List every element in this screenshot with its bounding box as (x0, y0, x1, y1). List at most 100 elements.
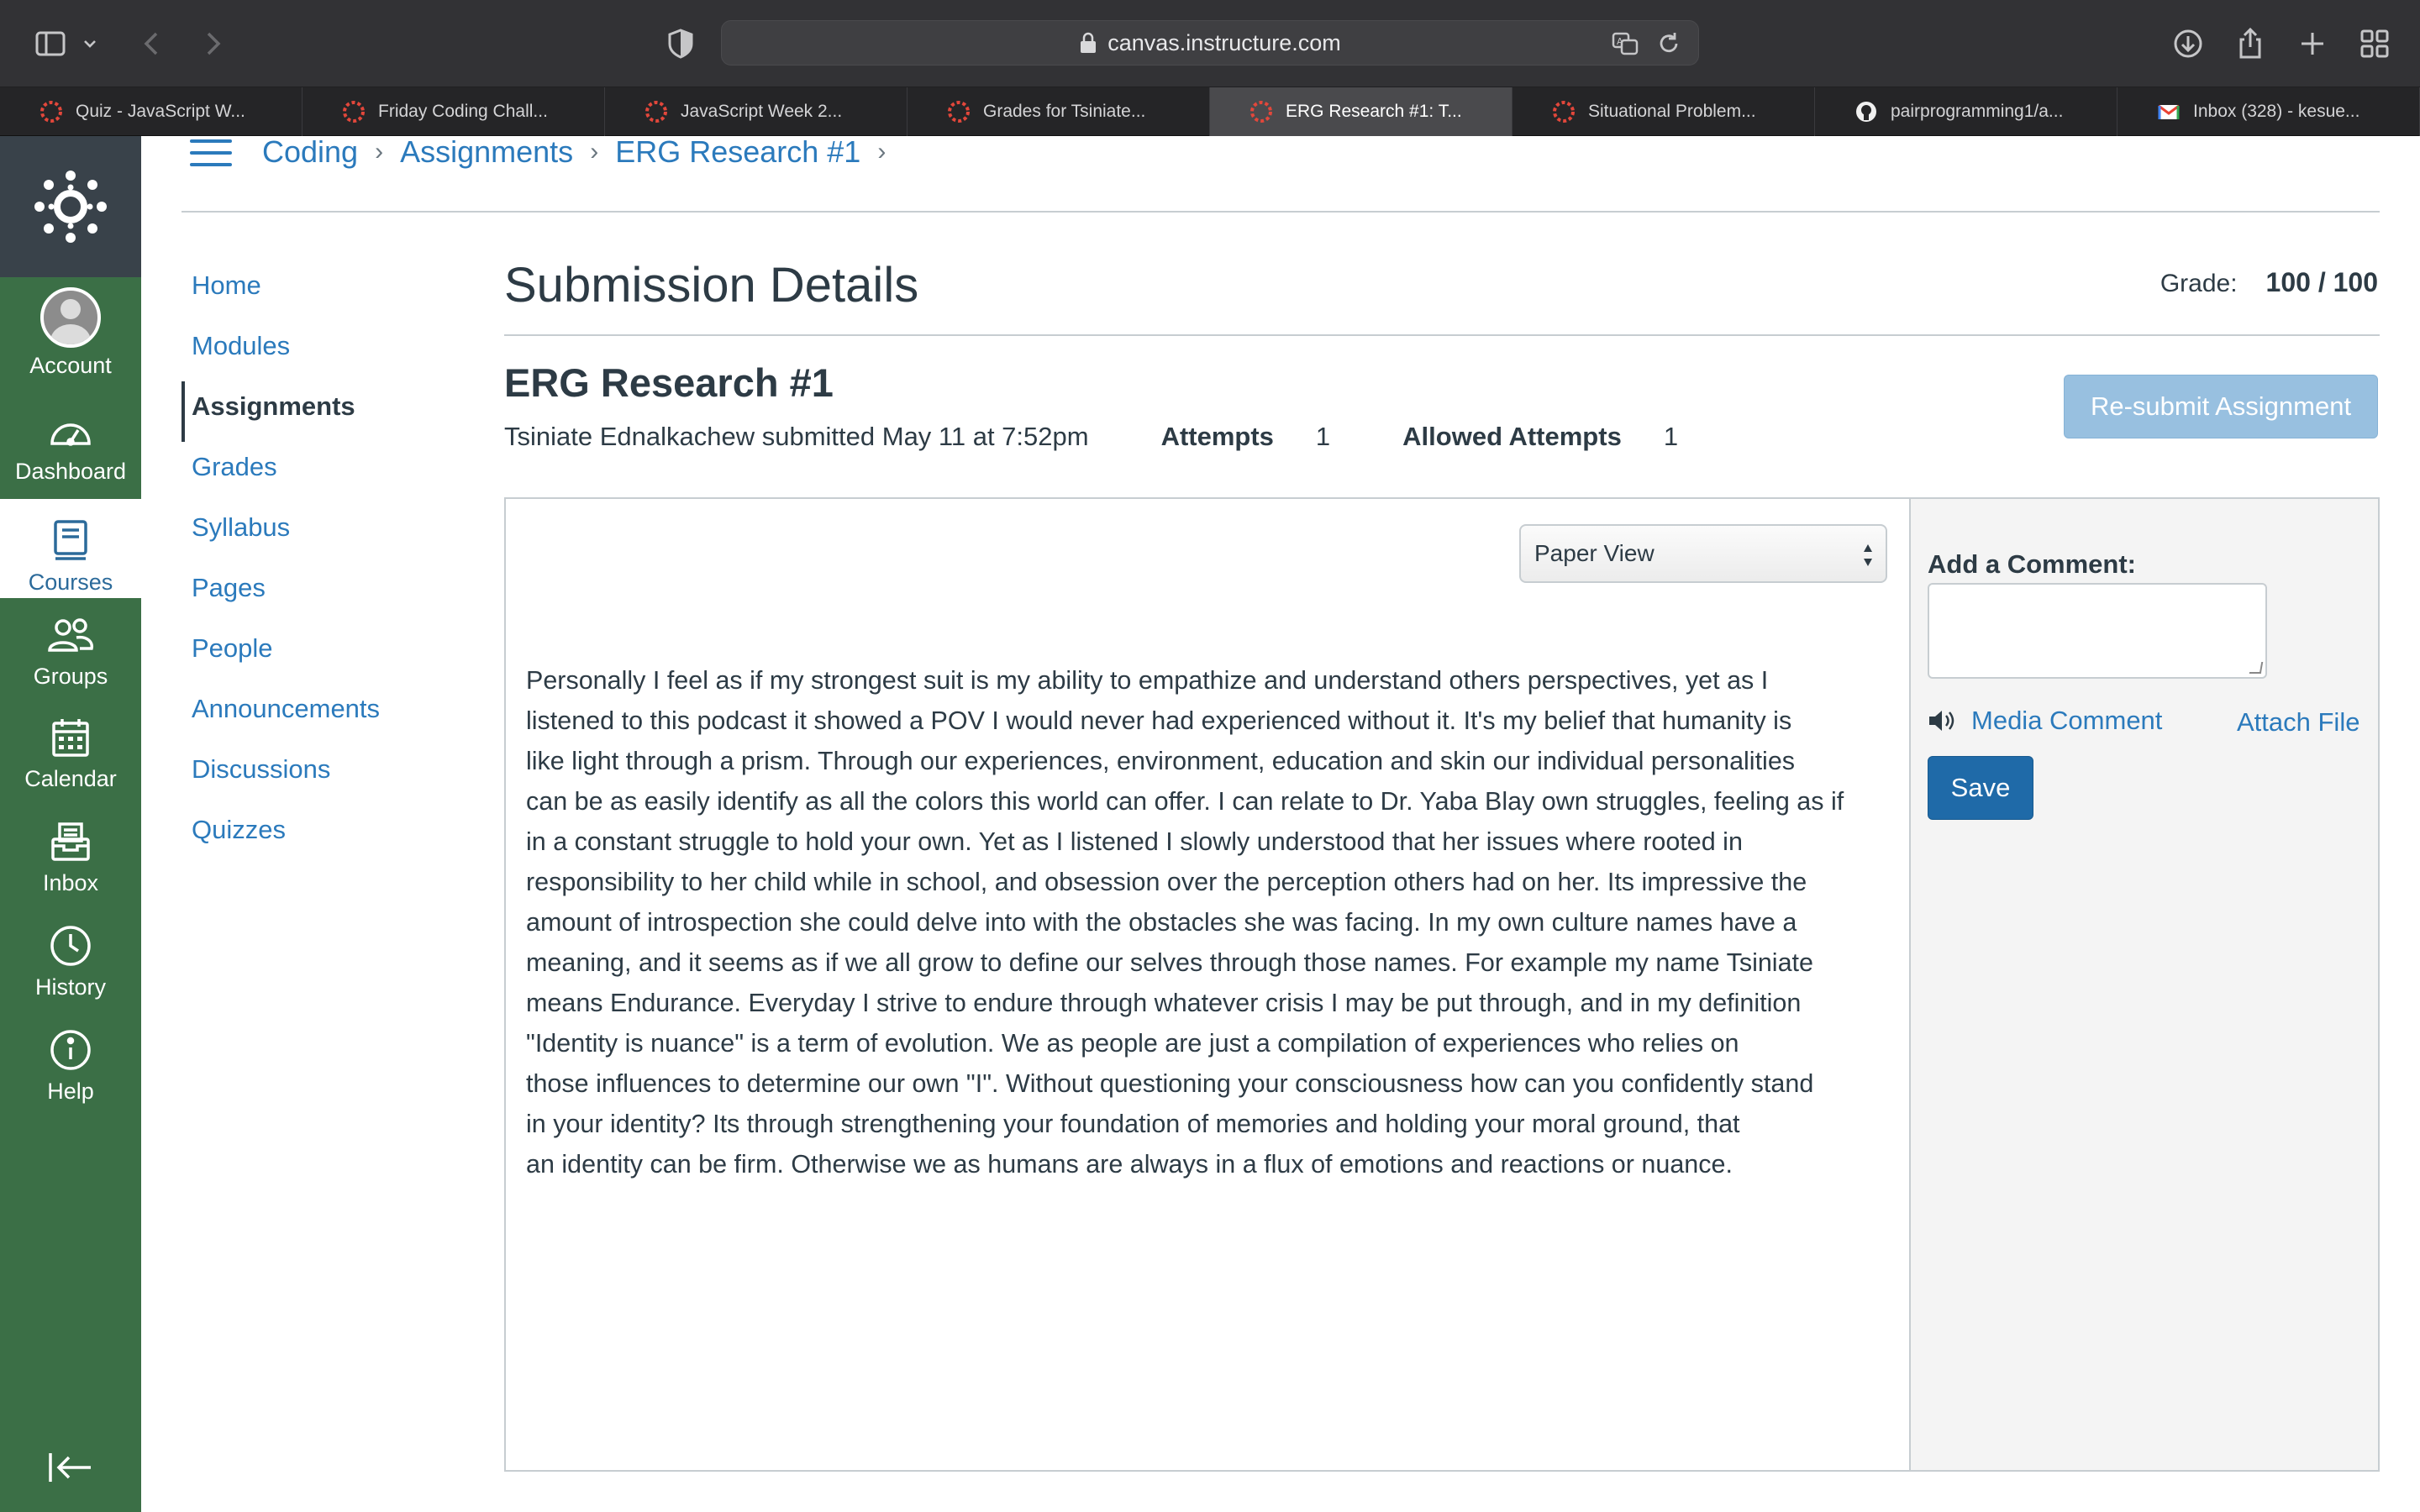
course-nav-discussions[interactable]: Discussions (182, 744, 380, 805)
lock-icon (1079, 32, 1097, 54)
breadcrumb-separator-icon: › (375, 138, 384, 165)
back-icon[interactable] (134, 25, 171, 62)
sidebar-toggle-icon[interactable] (32, 25, 69, 62)
canvas-icon (1551, 99, 1576, 124)
grade-display: Grade: 100 / 100 (2160, 267, 2378, 298)
breadcrumb-divider (182, 211, 2380, 213)
nav-history[interactable]: History (0, 921, 141, 1000)
history-icon (45, 921, 96, 971)
breadcrumb: Coding › Assignments › ERG Research #1 › (262, 134, 902, 170)
forward-icon[interactable] (193, 25, 230, 62)
view-mode-value: Paper View (1534, 540, 1655, 566)
canvas-icon (341, 99, 366, 124)
course-nav-people[interactable]: People (182, 623, 380, 684)
nav-label: Calendar (24, 766, 117, 791)
share-icon[interactable] (2232, 25, 2269, 62)
allowed-attempts-value: 1 (1663, 422, 1679, 451)
nav-label: Inbox (42, 870, 99, 895)
course-nav-quizzes[interactable]: Quizzes (182, 805, 380, 865)
nav-label: Account (29, 353, 112, 378)
global-navigation: Account Dashboard Courses Groups Calenda… (0, 136, 141, 1512)
browser-tab[interactable]: Grades for Tsiniate... (908, 87, 1210, 136)
view-mode-select[interactable]: Paper View (1519, 524, 1887, 583)
tab-title: pairprogramming1/a... (1891, 102, 2064, 121)
course-nav-announcements[interactable]: Announcements (182, 684, 380, 744)
breadcrumb-assignment[interactable]: ERG Research #1 (615, 134, 860, 170)
grade-value: 100 / 100 (2265, 267, 2378, 297)
calendar-icon (45, 712, 96, 763)
course-nav-home[interactable]: Home (182, 260, 380, 321)
address-bar[interactable]: canvas.instructure.com A (721, 20, 1699, 66)
browser-tab[interactable]: JavaScript Week 2... (605, 87, 908, 136)
privacy-shield-icon[interactable] (662, 25, 699, 62)
canvas-icon (644, 99, 669, 124)
new-tab-icon[interactable] (2294, 25, 2331, 62)
breadcrumb-separator-icon: › (877, 138, 886, 165)
comment-sidebar: Add a Comment: Media Comment Attach File… (1909, 499, 2378, 1470)
nav-label: History (34, 974, 106, 1000)
dashboard-icon (45, 405, 96, 455)
canvas-icon (1249, 99, 1274, 124)
title-divider (504, 334, 2380, 336)
attempts-value: 1 (1315, 422, 1331, 451)
tab-overview-icon[interactable] (2356, 25, 2393, 62)
browser-tab[interactable]: Friday Coding Chall... (302, 87, 605, 136)
comment-label: Add a Comment: (1928, 549, 2136, 579)
attach-file-link[interactable]: Attach File (2237, 707, 2360, 738)
breadcrumb-course[interactable]: Coding (262, 134, 358, 170)
media-comment-link[interactable]: Media Comment (1928, 706, 2162, 736)
submission-meta: Tsiniate Ednalkachew submitted May 11 at… (504, 422, 1678, 452)
browser-tab[interactable]: Quiz - JavaScript W... (0, 87, 302, 136)
browser-tab[interactable]: pairprogramming1/a... (1815, 87, 2118, 136)
translate-icon[interactable]: A (1611, 29, 1639, 58)
submission-text: Personally I feel as if my strongest sui… (526, 666, 1844, 1179)
course-navigation: Home Modules Assignments Grades Syllabus… (182, 260, 380, 865)
breadcrumb-separator-icon: › (590, 138, 599, 165)
tab-title: Friday Coding Chall... (378, 102, 548, 121)
assignment-title: ERG Research #1 (504, 360, 834, 405)
nav-label: Help (47, 1079, 94, 1104)
browser-tab-active[interactable]: ERG Research #1: T... (1210, 87, 1512, 136)
inbox-icon (45, 816, 96, 867)
save-comment-button[interactable]: Save (1928, 756, 2033, 820)
course-nav-pages[interactable]: Pages (182, 563, 380, 623)
reload-icon[interactable] (1655, 29, 1683, 58)
tab-title: Situational Problem... (1588, 102, 1756, 121)
avatar-icon (39, 286, 103, 349)
nav-label: Groups (33, 664, 108, 689)
collapse-nav-icon[interactable] (45, 1446, 96, 1488)
speaker-icon (1929, 711, 1954, 731)
canvas-icon (39, 99, 64, 124)
allowed-attempts-label: Allowed Attempts (1402, 422, 1622, 451)
nav-inbox[interactable]: Inbox (0, 816, 141, 896)
nav-dashboard[interactable]: Dashboard (0, 405, 141, 485)
nav-help[interactable]: Help (0, 1025, 141, 1105)
page-title: Submission Details (504, 258, 919, 312)
nav-label: Dashboard (14, 459, 127, 484)
nav-calendar[interactable]: Calendar (0, 712, 141, 792)
nav-courses[interactable]: Courses (0, 499, 141, 598)
nav-groups[interactable]: Groups (0, 610, 141, 690)
downloads-icon[interactable] (2170, 25, 2207, 62)
nav-account[interactable]: Account (0, 286, 141, 379)
resubmit-assignment-button[interactable]: Re-submit Assignment (2064, 375, 2378, 438)
attempts-label: Attempts (1160, 422, 1274, 451)
course-menu-toggle-icon[interactable] (190, 139, 232, 170)
course-nav-modules[interactable]: Modules (182, 321, 380, 381)
course-nav-grades[interactable]: Grades (182, 442, 380, 502)
course-nav-assignments[interactable]: Assignments (182, 381, 380, 442)
course-nav-syllabus[interactable]: Syllabus (182, 502, 380, 563)
breadcrumb-assignments[interactable]: Assignments (400, 134, 573, 170)
canvas-logo[interactable] (0, 136, 141, 277)
browser-toolbar: canvas.instructure.com A (0, 0, 2420, 87)
browser-tab[interactable]: Situational Problem... (1512, 87, 1815, 136)
chevron-down-icon[interactable] (77, 25, 103, 62)
comment-textarea[interactable] (1928, 583, 2267, 679)
browser-tab[interactable]: Inbox (328) - kesue... (2118, 87, 2420, 136)
tab-title: ERG Research #1: T... (1286, 102, 1462, 121)
tab-strip: Quiz - JavaScript W... Friday Coding Cha… (0, 87, 2420, 136)
submission-content: Paper View Personally I feel as if my st… (506, 499, 1909, 1470)
submitted-text: Tsiniate Ednalkachew submitted May 11 at… (504, 422, 1089, 451)
gmail-icon (2156, 99, 2181, 124)
url-text: canvas.instructure.com (1107, 29, 1341, 55)
